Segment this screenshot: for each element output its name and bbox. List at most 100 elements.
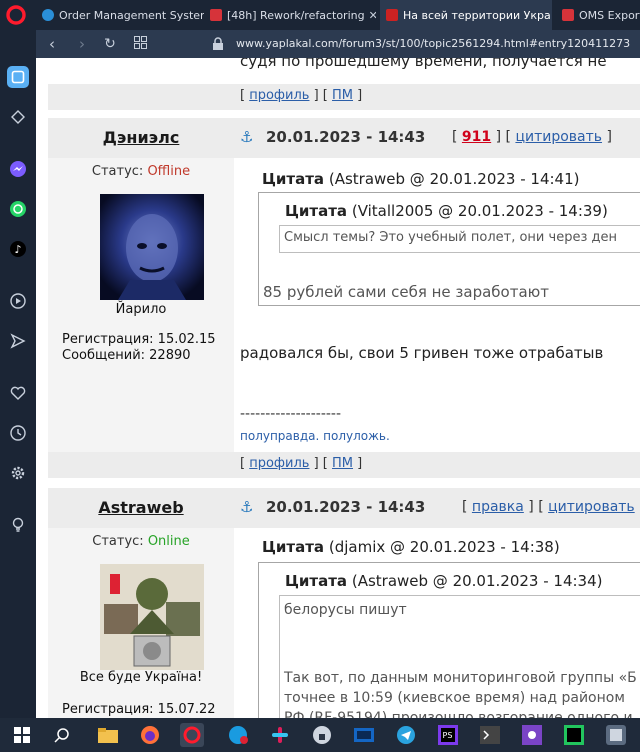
media-icon[interactable] (352, 723, 376, 747)
post-links-row: [ профиль ] [ ПМ ] (48, 452, 640, 478)
jira-icon (562, 9, 574, 21)
app-icon[interactable] (604, 723, 628, 747)
tab-title: OMS Export - (579, 8, 640, 22)
vpn-icon[interactable] (310, 723, 334, 747)
home-icon[interactable] (7, 66, 29, 88)
tab-title: На всей территории Укра (403, 8, 551, 22)
forum-content: судя по прошедшему времени, получается н… (48, 58, 640, 718)
sidebar: ♪ (0, 30, 36, 718)
anchor-icon[interactable]: ⚓ (240, 498, 253, 516)
nested-quote-box: белорусы пишут Так вот, по данным монито… (279, 595, 640, 718)
status-offline: Offline (147, 164, 191, 179)
phpstorm-icon[interactable]: PS (436, 723, 460, 747)
terminal-icon[interactable] (478, 723, 502, 747)
settings-gear-icon[interactable] (7, 462, 29, 484)
tab-title: Order Management Syster (59, 8, 204, 22)
quote-label: Цитата (285, 572, 348, 590)
profile-link[interactable]: профиль (249, 88, 309, 103)
back-icon[interactable]: ‹ (42, 34, 62, 54)
post-author[interactable]: Astraweb (48, 498, 234, 517)
post-actions: [ правка ] [ цитировать ] (462, 499, 640, 515)
quote-meta: (djamix @ 20.01.2023 - 14:38) (328, 538, 560, 556)
nested-quote-line: белорусы пишут (284, 602, 407, 618)
tab-order-management[interactable]: Order Management Syster ✕ (36, 0, 204, 30)
scroll-gutter (36, 58, 48, 718)
lightbulb-icon[interactable] (7, 514, 29, 536)
quote-meta: (Vitall2005 @ 20.01.2023 - 14:39) (351, 202, 608, 220)
nested-quote-header: Цитата (Astraweb @ 20.01.2023 - 14:34) (285, 572, 602, 590)
forward-icon[interactable]: › (72, 34, 92, 54)
jetbrains-icon[interactable] (562, 723, 586, 747)
opera-taskbar-icon[interactable] (180, 723, 204, 747)
post-date: 20.01.2023 - 14:43 (266, 128, 426, 146)
quote-link[interactable]: цитировать (548, 499, 635, 515)
avatar (100, 564, 204, 670)
status-online: Online (147, 534, 190, 549)
tiktok-icon[interactable]: ♪ (7, 238, 29, 260)
signature-text: полуправда. полуложь. (240, 429, 390, 443)
tab-oms-export[interactable]: OMS Export - (556, 0, 640, 30)
reload-icon[interactable]: ↻ (100, 34, 120, 54)
quote-box: Цитата (Astraweb @ 20.01.2023 - 14:34) б… (258, 562, 640, 718)
post-header: Astraweb ⚓ 20.01.2023 - 14:43 [ правка ]… (48, 488, 640, 528)
file-explorer-icon[interactable] (96, 723, 120, 747)
tool-icon[interactable] (520, 723, 544, 747)
history-icon[interactable] (7, 422, 29, 444)
status-line: Статус: Offline (48, 164, 234, 179)
post-date: 20.01.2023 - 14:43 (266, 498, 426, 516)
post-actions: [ 911 ] [ цитировать ] (452, 129, 612, 145)
pm-link[interactable]: ПМ (332, 456, 353, 471)
lock-icon (213, 37, 223, 50)
pm-link[interactable]: ПМ (332, 88, 353, 103)
nested-quote-line: точнее в 10:59 (киевское время) над райо… (284, 690, 625, 706)
windows-start-icon[interactable] (10, 723, 34, 747)
post-author[interactable]: Дэниэлс (48, 128, 234, 147)
address-bar: ‹ › ↻ www.yaplakal.com/forum3/st/100/top… (36, 30, 640, 58)
avatar-caption: Все буде Україна! (79, 670, 203, 685)
status-label: Статус: (92, 534, 144, 549)
tab-active-topic[interactable]: На всей территории Укра ✕ (380, 0, 552, 30)
whatsapp-icon[interactable] (7, 198, 29, 220)
post-links: [ профиль ] [ ПМ ] (240, 456, 363, 471)
send-icon[interactable] (7, 330, 29, 352)
profile-link[interactable]: профиль (249, 456, 309, 471)
svg-text:♪: ♪ (15, 243, 22, 256)
post-text-truncated: судя по прошедшему времени, получается н… (240, 58, 607, 70)
quote-label: Цитата (262, 538, 325, 556)
quote-text: 85 рублей сами себя не заработают (263, 283, 550, 301)
nested-quote-line: Так вот, по данным мониторинговой группы… (284, 670, 637, 686)
tab-rework[interactable]: [48h] Rework/refactoring ✕ (204, 0, 376, 30)
reg-date: Регистрация: 15.02.15 (62, 332, 216, 347)
search-icon[interactable] (50, 723, 74, 747)
anchor-icon[interactable]: ⚓ (240, 128, 253, 146)
quote-meta: (Astraweb @ 20.01.2023 - 14:34) (351, 572, 603, 590)
close-icon[interactable]: ✕ (551, 9, 552, 22)
yaplakal-icon (386, 9, 398, 21)
author-panel: Статус: Offline Йарило Регистрация: 15.0… (48, 158, 234, 452)
skype-icon[interactable] (226, 723, 250, 747)
pinboard-icon[interactable] (7, 106, 29, 128)
avatar-caption: Йарило (115, 302, 167, 317)
jira-icon (210, 9, 222, 21)
telegram-icon[interactable] (394, 723, 418, 747)
opera-logo-icon[interactable] (6, 5, 26, 25)
slack-icon[interactable] (268, 723, 292, 747)
web-page: судя по прошедшему времени, получается н… (36, 58, 640, 718)
status-label: Статус: (91, 164, 144, 179)
heart-icon[interactable] (7, 382, 29, 404)
messenger-icon[interactable] (7, 158, 29, 180)
avatar (100, 194, 204, 300)
post-links: [ профиль ] [ ПМ ] (240, 88, 363, 103)
player-icon[interactable] (7, 290, 29, 312)
firefox-icon[interactable] (138, 723, 162, 747)
quote-link[interactable]: цитировать (515, 129, 602, 145)
svg-text:PS: PS (443, 731, 453, 740)
rating-link[interactable]: 911 (462, 129, 491, 145)
url-field[interactable]: www.yaplakal.com/forum3/st/100/topic2561… (236, 37, 630, 50)
close-icon[interactable]: ✕ (365, 9, 376, 22)
quote-header: Цитата (Astraweb @ 20.01.2023 - 14:41) (262, 170, 579, 188)
edit-link[interactable]: правка (472, 499, 524, 515)
tab-grid-icon[interactable] (130, 34, 150, 54)
taskbar: PS (0, 718, 640, 752)
quote-box: Цитата (Vitall2005 @ 20.01.2023 - 14:39)… (258, 192, 640, 306)
